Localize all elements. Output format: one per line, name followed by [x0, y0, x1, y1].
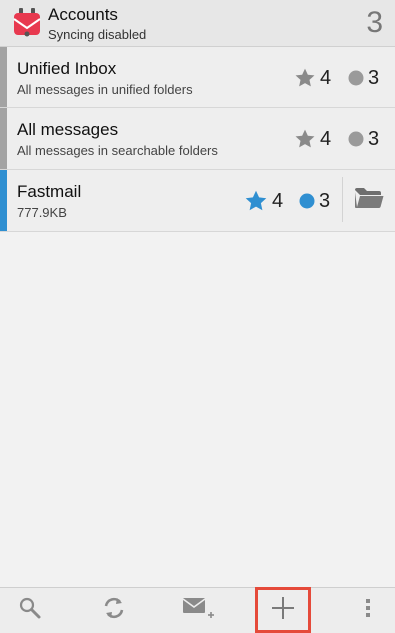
search-button[interactable] — [0, 588, 60, 633]
unread-dot-icon — [348, 70, 364, 86]
star-icon — [294, 67, 316, 89]
sync-status: Syncing disabled — [48, 27, 147, 42]
starred-count[interactable]: 4 — [294, 126, 331, 152]
account-count: 3 — [366, 6, 383, 39]
unread-dot-icon — [299, 193, 315, 209]
starred-count[interactable]: 4 — [294, 65, 331, 91]
compose-button[interactable] — [168, 588, 228, 633]
account-title: All messages — [17, 120, 119, 139]
header-bar: Accounts Syncing disabled 3 — [0, 0, 395, 47]
unread-count-value: 3 — [368, 127, 380, 150]
account-list: Unified Inbox All messages in unified fo… — [0, 47, 395, 232]
account-row-all-messages[interactable]: All messages All messages in searchable … — [0, 108, 395, 170]
starred-count-value: 4 — [320, 66, 332, 89]
unread-count[interactable]: 3 — [299, 188, 330, 214]
unread-count[interactable]: 3 — [348, 126, 379, 152]
account-size: 777.9KB — [17, 205, 67, 220]
account-row-unified-inbox[interactable]: Unified Inbox All messages in unified fo… — [0, 47, 395, 108]
refresh-button[interactable] — [84, 588, 144, 633]
add-account-button[interactable] — [255, 587, 311, 633]
starred-count[interactable]: 4 — [244, 188, 283, 214]
account-row-fastmail[interactable]: Fastmail 777.9KB 4 3 — [0, 170, 395, 232]
search-icon — [18, 596, 42, 625]
accounts-screen: Accounts Syncing disabled 3 Unified Inbo… — [0, 0, 395, 633]
account-color-indicator — [0, 108, 7, 169]
account-color-indicator — [0, 170, 7, 231]
account-title: Unified Inbox — [17, 59, 117, 78]
folder-icon — [354, 187, 384, 214]
account-title: Fastmail — [17, 182, 82, 201]
starred-count-value: 4 — [320, 127, 332, 150]
unread-count[interactable]: 3 — [348, 65, 379, 91]
refresh-icon — [101, 595, 127, 626]
add-icon — [271, 596, 295, 625]
star-icon — [294, 128, 316, 150]
account-subtitle: All messages in searchable folders — [17, 143, 218, 158]
overflow-menu-button[interactable] — [338, 588, 395, 633]
header-title: Accounts — [48, 5, 118, 24]
folder-list-button[interactable] — [343, 170, 395, 231]
star-icon — [244, 189, 268, 213]
app-logo-icon — [12, 8, 42, 38]
account-subtitle: All messages in unified folders — [17, 82, 193, 97]
overflow-menu-icon — [364, 597, 372, 624]
unread-count-value: 3 — [319, 189, 331, 212]
unread-dot-icon — [348, 131, 364, 147]
starred-count-value: 4 — [272, 189, 284, 212]
bottom-toolbar — [0, 587, 395, 633]
compose-icon — [181, 595, 215, 626]
unread-count-value: 3 — [368, 66, 380, 89]
account-color-indicator — [0, 47, 7, 107]
